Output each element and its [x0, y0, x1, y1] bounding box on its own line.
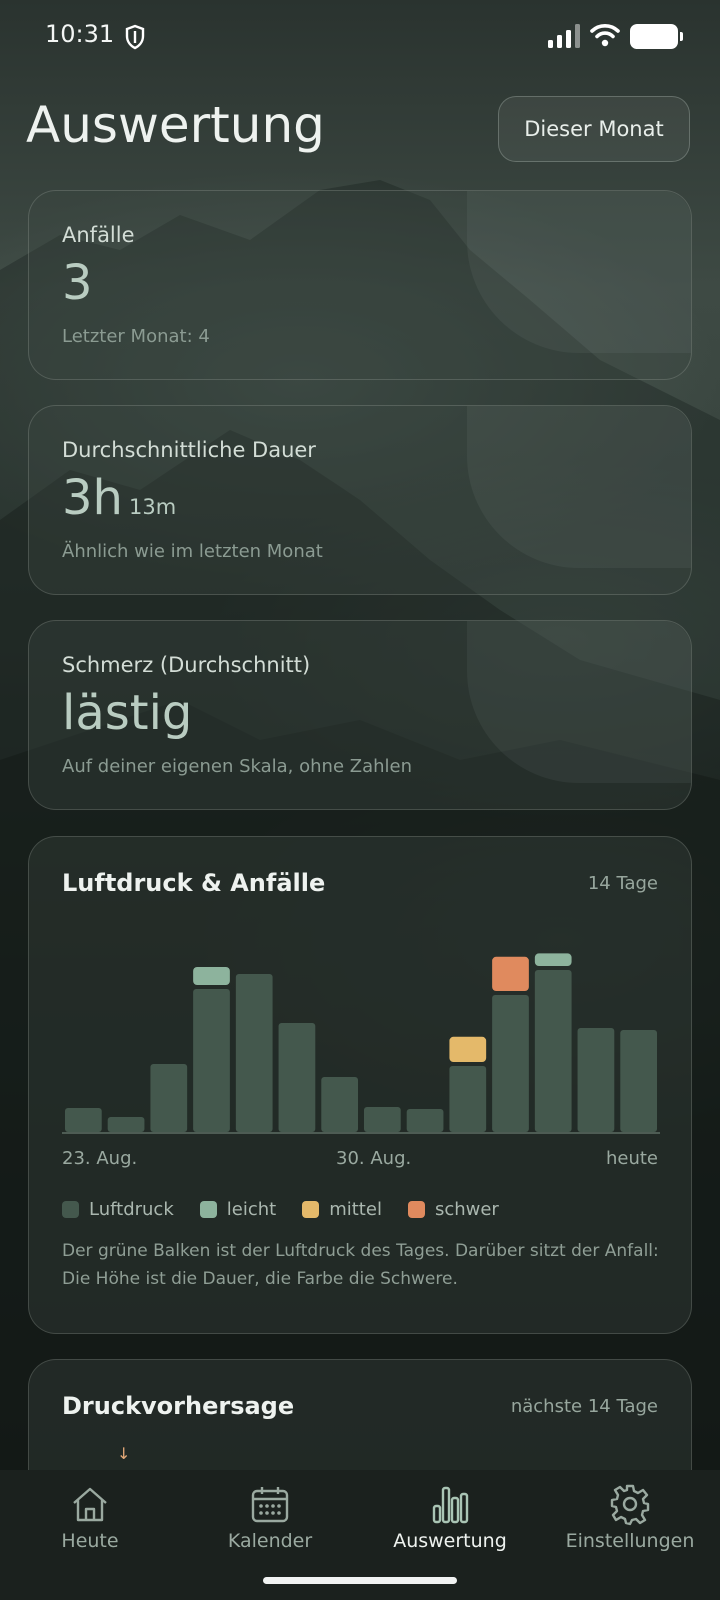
duration-label: Durchschnittliche Dauer — [62, 438, 316, 462]
x-label-mid: 30. Aug. — [336, 1148, 412, 1169]
shield-icon — [125, 24, 145, 50]
nav-label: Kalender — [227, 1530, 313, 1552]
pressure-bar — [235, 974, 273, 1132]
page-title: Auswertung — [26, 96, 325, 154]
pressure-bar — [363, 1107, 401, 1132]
pressure-bar — [577, 1028, 615, 1132]
legend-medium: mittel — [302, 1199, 382, 1220]
forecast-range: nächste 14 Tage — [510, 1396, 658, 1417]
card-decoration — [467, 406, 691, 568]
chart-note: Der grüne Balken ist der Luftdruck des T… — [62, 1241, 659, 1289]
period-selector-button[interactable]: Dieser Monat — [498, 96, 690, 162]
pressure-bar-chart — [62, 953, 660, 1134]
pressure-drop-arrow-icon: ↓ — [117, 1444, 131, 1463]
card-decoration — [467, 191, 691, 353]
pain-sub: Auf deiner eigenen Skala, ohne Zahlen — [62, 756, 412, 777]
attacks-label: Anfälle — [62, 223, 135, 247]
nav-label: Heute — [61, 1530, 119, 1552]
legend-swatch — [407, 1201, 425, 1218]
pressure-chart-card: Luftdruck & Anfälle 14 Tage 23. Aug. 30.… — [28, 836, 692, 1334]
attack-marker — [492, 956, 529, 991]
status-time: 10:31 — [45, 20, 115, 48]
x-label-start: 23. Aug. — [62, 1148, 138, 1169]
duration-value: 3h 13m — [62, 470, 176, 526]
chart-legend: Luftdruck leicht mittel schwer — [62, 1199, 499, 1220]
pressure-bar — [492, 995, 529, 1132]
pressure-bar — [193, 989, 230, 1132]
home-icon — [73, 1487, 107, 1522]
pain-card: Schmerz (Durchschnitt) lästig Auf deiner… — [28, 620, 692, 810]
nav-item-kalender[interactable]: Kalender — [180, 1470, 360, 1570]
attack-marker — [534, 953, 572, 966]
attack-marker — [193, 967, 230, 985]
legend-pressure: Luftdruck — [62, 1199, 174, 1220]
signal-icon — [548, 24, 580, 48]
pain-value: lästig — [62, 685, 193, 741]
legend-label: Luftdruck — [89, 1199, 174, 1220]
attacks-card: Anfälle 3 Letzter Monat: 4 — [28, 190, 692, 380]
gear-icon — [610, 1484, 650, 1526]
duration-hours: 3h — [62, 470, 123, 526]
nav-item-auswertung[interactable]: Auswertung — [360, 1470, 540, 1570]
pressure-bar — [321, 1077, 359, 1132]
wifi-icon — [590, 24, 620, 47]
status-bar: 10:31 — [0, 0, 720, 72]
pressure-bar — [278, 1023, 316, 1132]
pressure-bar — [150, 1064, 188, 1132]
legend-light: leicht — [199, 1199, 277, 1220]
pressure-bar — [534, 970, 572, 1132]
battery-icon — [630, 24, 683, 49]
nav-label: Auswertung — [393, 1530, 507, 1552]
pressure-bar — [620, 1030, 658, 1132]
nav-item-heute[interactable]: Heute — [0, 1470, 180, 1570]
attacks-sub: Letzter Monat: 4 — [62, 326, 210, 347]
duration-minutes: 13m — [128, 495, 177, 519]
home-indicator — [263, 1577, 457, 1584]
legend-label: mittel — [329, 1199, 382, 1220]
nav-item-einstellungen[interactable]: Einstellungen — [540, 1470, 720, 1570]
duration-sub: Ähnlich wie im letzten Monat — [62, 541, 323, 562]
pressure-bar — [449, 1066, 487, 1132]
legend-label: schwer — [434, 1199, 499, 1220]
bar-chart-icon — [432, 1486, 469, 1524]
card-decoration — [467, 621, 691, 783]
legend-swatch — [62, 1201, 79, 1218]
pressure-bar — [64, 1108, 102, 1132]
pressure-bar — [107, 1117, 145, 1132]
pain-label: Schmerz (Durchschnitt) — [62, 653, 311, 677]
pressure-bar — [406, 1109, 444, 1132]
attack-marker — [449, 1036, 487, 1062]
attacks-value: 3 — [62, 255, 93, 311]
x-label-end: heute — [605, 1148, 658, 1169]
calendar-icon — [251, 1487, 289, 1523]
forecast-title: Druckvorhersage — [62, 1392, 295, 1420]
duration-card: Durchschnittliche Dauer 3h 13m Ähnlich wi… — [28, 405, 692, 595]
nav-label: Einstellungen — [565, 1530, 695, 1552]
legend-label: leicht — [226, 1199, 277, 1220]
legend-swatch — [199, 1201, 217, 1218]
legend-severe: schwer — [407, 1199, 499, 1220]
legend-swatch — [302, 1201, 320, 1218]
